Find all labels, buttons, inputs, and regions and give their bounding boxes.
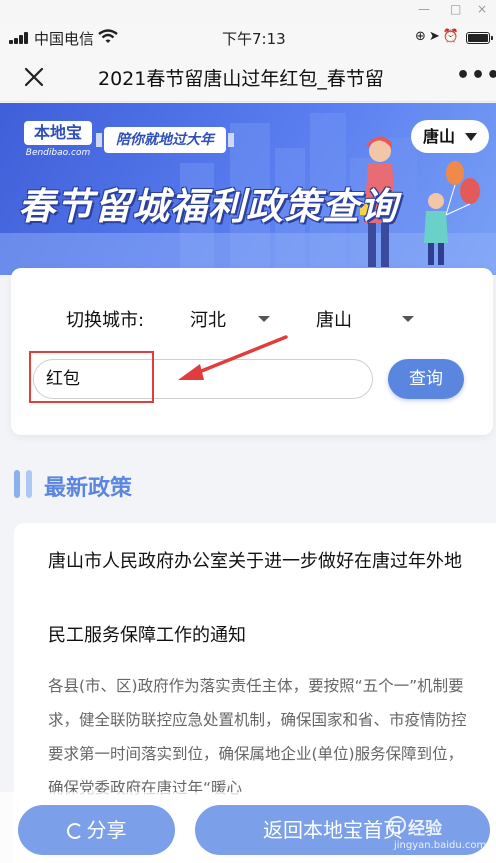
article-title-line1[interactable]: 唐山市人民政府办公室关于进一步做好在唐过年外地 bbox=[48, 547, 496, 573]
clock: 下午7:13 bbox=[222, 30, 286, 48]
city-value: 唐山 bbox=[316, 310, 352, 331]
caret-down-icon bbox=[258, 316, 270, 322]
switch-city-label: 切换城市: bbox=[66, 310, 145, 331]
banner-title: 春节留城福利政策查询 bbox=[18, 185, 398, 228]
city-pill-label: 唐山 bbox=[423, 127, 456, 146]
share-icon bbox=[66, 823, 83, 839]
status-bar: 中国电信 下午7:13 ⊕➤⏰ bbox=[0, 22, 496, 52]
battery-icon bbox=[466, 32, 493, 44]
rotation-lock-icon: ⊕ bbox=[415, 29, 429, 44]
window-close-icon[interactable]: × bbox=[477, 2, 487, 16]
city-selector-pill[interactable]: 唐山 bbox=[411, 120, 489, 153]
article-title-line2[interactable]: 民工服务保障工作的通知 bbox=[48, 621, 246, 647]
red-highlight-box bbox=[29, 351, 154, 403]
maximize-icon[interactable]: □ bbox=[450, 2, 461, 16]
bendibao-logo: 本地宝 Bendibao.com bbox=[24, 121, 92, 158]
signal-icon bbox=[9, 32, 31, 44]
page-title: 2021春节留唐山过年红包_春节留 bbox=[98, 68, 384, 90]
close-icon[interactable] bbox=[22, 65, 46, 89]
minimize-icon[interactable]: — bbox=[418, 2, 430, 16]
caret-down-icon bbox=[402, 316, 414, 322]
wifi-icon bbox=[98, 29, 118, 43]
share-button[interactable]: 分享 bbox=[18, 805, 175, 855]
red-arrow-annotation bbox=[178, 335, 288, 380]
share-label: 分享 bbox=[86, 818, 127, 842]
more-icon[interactable]: ••• bbox=[456, 63, 496, 88]
baidu-jingyan-watermark: 经验 jingyan.baidu.com bbox=[388, 812, 492, 860]
alarm-icon: ⏰ bbox=[442, 29, 462, 44]
status-icons: ⊕➤⏰ bbox=[415, 29, 462, 44]
carrier-label: 中国电信 bbox=[34, 30, 95, 48]
section-title: 最新政策 bbox=[44, 476, 133, 501]
city-select[interactable]: 唐山 bbox=[316, 306, 424, 332]
paw-icon bbox=[388, 816, 406, 834]
caret-down-icon bbox=[465, 133, 477, 141]
navigation-bar: 2021春节留唐山过年红包_春节留 ••• bbox=[0, 52, 496, 102]
window-controls-bar: — □ × bbox=[0, 0, 496, 22]
home-label: 返回本地宝首页 bbox=[263, 818, 403, 842]
article-excerpt: 各县(市、区)政府作为落实责任主体，要按照“五个一”机制要求，健全联防联控应急处… bbox=[48, 677, 467, 797]
location-icon: ➤ bbox=[428, 29, 443, 44]
search-button[interactable]: 查询 bbox=[388, 359, 464, 399]
slogan-ribbon: 陪你就地过大年 bbox=[96, 127, 234, 153]
